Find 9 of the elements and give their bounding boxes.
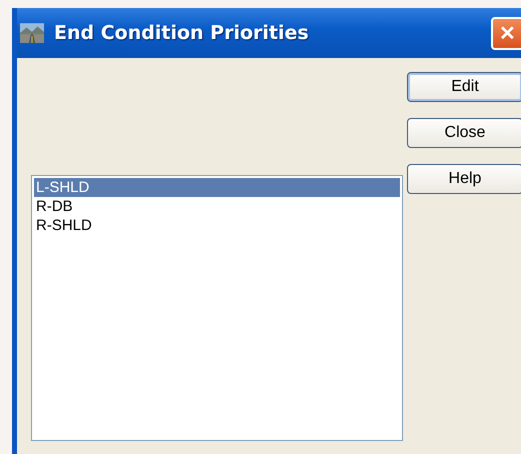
dialog-button[interactable]: Help [407, 164, 521, 194]
list-box[interactable]: L-SHLD R-DB R-SHLD [31, 175, 403, 441]
list-item[interactable]: R-DB [34, 197, 400, 216]
road-icon [20, 23, 44, 43]
list-item[interactable]: R-SHLD [34, 216, 400, 235]
dialog-button[interactable]: Edit [407, 72, 521, 102]
list-item[interactable]: L-SHLD [34, 178, 400, 197]
window-title: End Condition Priorities [54, 22, 309, 44]
dialog-button[interactable]: Close [407, 118, 521, 148]
